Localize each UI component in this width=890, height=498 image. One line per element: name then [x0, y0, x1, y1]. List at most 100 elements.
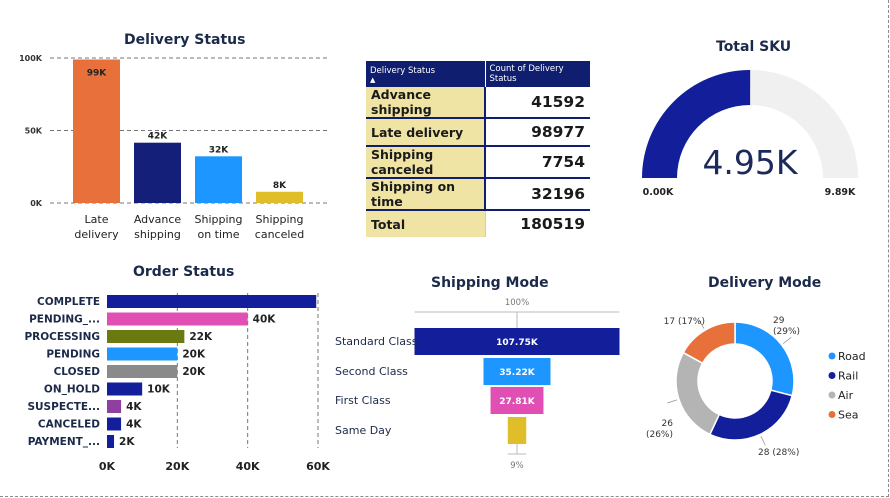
table-cell-label: Shipping on time [366, 178, 486, 211]
delivery-status-table: Delivery Status ▲ Count of Delivery Stat… [366, 61, 591, 237]
y-tick-label: PENDING_... [29, 314, 100, 326]
data-label: 35.22K [499, 368, 535, 378]
y-tick-label: CLOSED [54, 366, 101, 378]
y-tick-label: PAYMENT_... [28, 436, 100, 448]
y-tick-label: 0K [30, 199, 43, 208]
gauge-max-label: 9.89K [825, 187, 856, 198]
order-status-title: Order Status [133, 264, 235, 280]
bar [107, 312, 248, 326]
delivery-status-chart: 0K 50K 100K 99K Late delivery 42K Advance shippi… [19, 54, 330, 241]
table-header-count[interactable]: Count of Delivery Status [485, 61, 591, 87]
data-label: 107.75K [496, 338, 539, 348]
x-tick-label: Shipping on time [195, 213, 243, 241]
table-total-value: 180519 [485, 210, 590, 237]
table-cell-label: Shipping canceled [366, 146, 486, 179]
legend-label: Sea [838, 409, 859, 422]
y-tick-label: PROCESSING [24, 331, 100, 343]
bar [107, 295, 317, 308]
data-label: 27.81K [499, 397, 535, 407]
table-cell-value: 98977 [485, 118, 590, 147]
delivery-mode-title: Delivery Mode [708, 275, 822, 291]
table-cell-label: Late delivery [366, 118, 486, 147]
y-tick-label: SUSPECTE... [27, 401, 100, 413]
donut-slice [675, 351, 721, 436]
legend-label: Rail [838, 370, 858, 383]
data-label: 26 (26%) [646, 419, 673, 440]
legend-marker [828, 411, 836, 418]
y-tick-label: 100K [19, 54, 43, 63]
table-row[interactable]: Shipping canceled 7754 [366, 146, 590, 179]
x-tick-label: Advance shipping [134, 213, 182, 241]
legend-label: Road [838, 350, 866, 363]
y-tick-label: COMPLETE [37, 296, 100, 308]
bar [107, 382, 143, 396]
order-status-chart: 0K 20K 40K 60KCOMPLETEPENDING_... 40KPROCESS… [24, 293, 330, 473]
x-tick-label: Shipping canceled [255, 213, 304, 241]
delivery-status-title: Delivery Status [124, 32, 246, 48]
gauge-value: 4.95K [702, 143, 798, 182]
table-cell-value: 41592 [485, 87, 590, 119]
x-tick-label: 0K [99, 460, 116, 473]
data-label: 99K [87, 68, 108, 78]
data-label: 4K [126, 401, 142, 413]
table-cell-label: Advance shipping [366, 87, 486, 119]
data-label: 17 (17%) [664, 317, 705, 327]
shipping-mode-title: Shipping Mode [431, 275, 549, 291]
funnel-bar [507, 417, 527, 444]
table-total-row: Total 180519 [366, 210, 590, 237]
bar [256, 191, 303, 203]
legend-marker [828, 391, 836, 399]
data-label: 20K [182, 349, 206, 361]
total-sku-gauge: 4.95K 0.00K 9.89K [642, 70, 858, 198]
data-label: 4K [126, 419, 142, 431]
bar [107, 417, 122, 431]
bar [134, 142, 181, 203]
data-label: 10K [147, 384, 171, 396]
table-cell-value: 32196 [485, 178, 590, 211]
funnel-top-label: 100% [505, 298, 529, 308]
data-label: 8K [273, 181, 287, 191]
category-label: Second Class [335, 365, 408, 378]
bar [73, 59, 120, 203]
category-label: Same Day [335, 424, 392, 437]
table-row[interactable]: Shipping on time 32196 [366, 178, 590, 211]
y-tick-label: 50K [25, 127, 43, 136]
donut-slice [708, 389, 794, 441]
gauge-min-label: 0.00K [643, 187, 674, 198]
legend-label: Air [838, 389, 854, 402]
data-label: 29 (29%) [773, 316, 800, 337]
data-label: 42K [148, 132, 169, 142]
category-label: First Class [335, 394, 391, 407]
bar [195, 156, 242, 203]
data-label: 40K [253, 314, 277, 326]
delivery-mode-donut: 29 (29%) Road 28 (28%) Rail 26 (26%) Air 17 (17%… [646, 316, 866, 458]
sort-up-icon[interactable]: ▲ [370, 76, 481, 83]
y-tick-label: PENDING [46, 349, 100, 361]
data-label: 20K [182, 366, 206, 378]
legend-marker [828, 372, 836, 379]
bar [107, 347, 178, 361]
data-label: 28 (28%) [758, 448, 799, 458]
data-label: 22K [189, 331, 213, 343]
data-label: 2K [119, 436, 135, 448]
bar [107, 435, 115, 448]
leader-line [782, 337, 792, 344]
bar [107, 400, 122, 413]
table-row[interactable]: Advance shipping 41592 [366, 87, 590, 119]
category-label: Standard Class [335, 335, 418, 348]
table-total-label: Total [366, 210, 486, 237]
bar [107, 330, 185, 343]
table-row[interactable]: Late delivery 98977 [366, 118, 590, 147]
total-sku-title: Total SKU [716, 39, 792, 55]
leader-line [667, 399, 678, 404]
shipping-mode-funnel: 100% 107.75K Standard Class 35.22K Second Cl… [335, 298, 620, 471]
x-tick-label: Late delivery [74, 213, 119, 241]
table-cell-value: 7754 [485, 146, 590, 179]
table-header-delivery-status[interactable]: Delivery Status ▲ [366, 61, 486, 87]
y-tick-label: CANCELED [38, 419, 100, 431]
leader-line [760, 436, 766, 446]
x-tick-label: 40K [236, 460, 260, 473]
funnel-bottom-label: 9% [510, 461, 524, 471]
donut-slice [682, 321, 736, 365]
data-label: 32K [209, 145, 230, 155]
